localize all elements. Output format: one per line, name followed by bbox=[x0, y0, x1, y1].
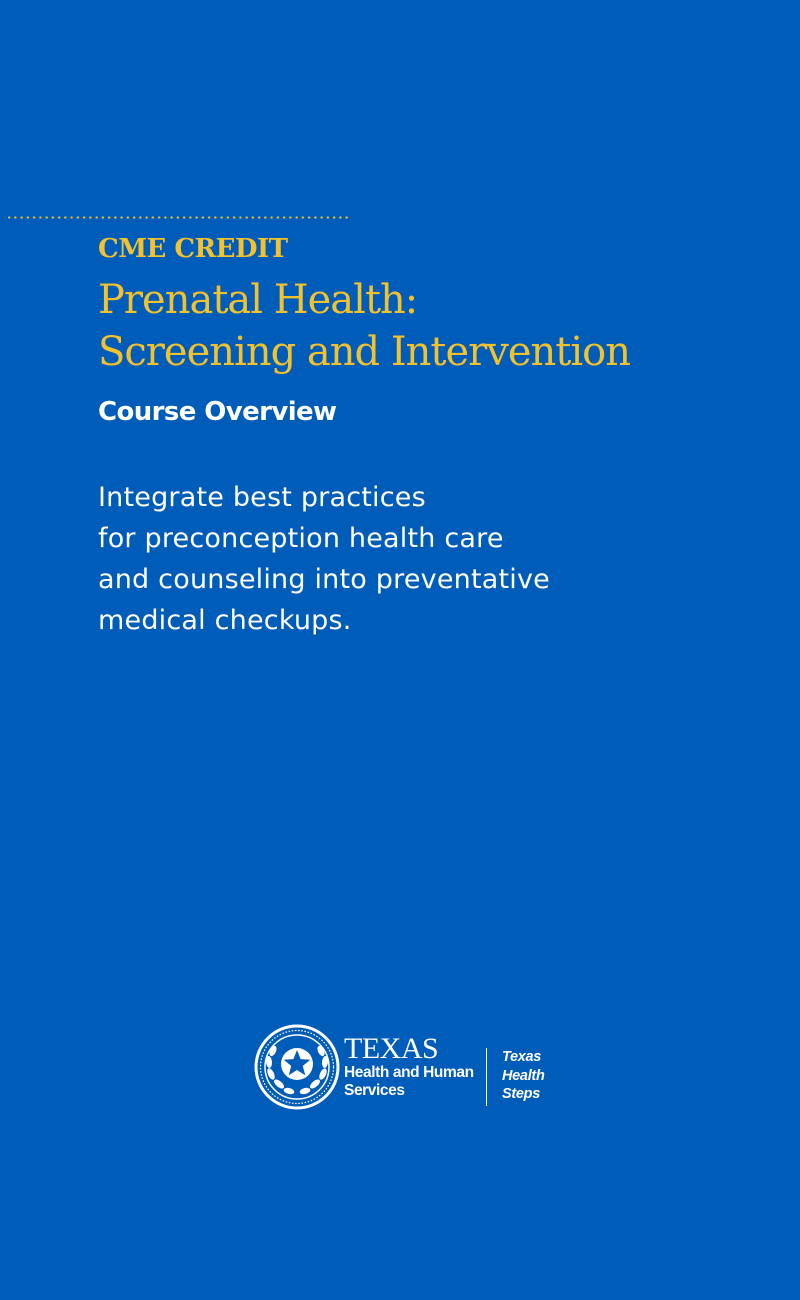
org-subtitle-line: Services bbox=[344, 1082, 405, 1099]
overview-line: medical checkups. bbox=[98, 605, 352, 636]
cme-credit-label: CME CREDIT bbox=[98, 234, 288, 264]
org-name: TEXAS bbox=[344, 1032, 439, 1065]
logo-divider bbox=[486, 1048, 487, 1106]
overview-line: Integrate best practices bbox=[98, 482, 426, 513]
course-title: Prenatal Health: Screening and Intervent… bbox=[98, 274, 631, 378]
org-subtitle-line: Health and Human bbox=[344, 1064, 474, 1081]
section-heading: Course Overview bbox=[98, 397, 337, 427]
org-wordmark: TEXAS Health and Human Services bbox=[344, 1034, 474, 1100]
program-wordmark: Texas Health Steps bbox=[502, 1048, 545, 1104]
program-line: Health bbox=[502, 1067, 545, 1084]
course-overview-text: Integrate best practices for preconcepti… bbox=[98, 477, 550, 641]
dotted-divider bbox=[6, 216, 350, 219]
course-title-line-2: Screening and Intervention bbox=[98, 329, 631, 375]
texas-star-seal-icon bbox=[254, 1024, 340, 1110]
program-line: Steps bbox=[502, 1086, 540, 1102]
program-line: Texas bbox=[502, 1049, 542, 1065]
overview-line: and counseling into preventative bbox=[98, 564, 550, 595]
course-title-line-1: Prenatal Health: bbox=[98, 277, 418, 323]
hhs-logo: TEXAS Health and Human Services Texas He… bbox=[254, 1024, 554, 1110]
overview-line: for preconception health care bbox=[98, 523, 504, 554]
